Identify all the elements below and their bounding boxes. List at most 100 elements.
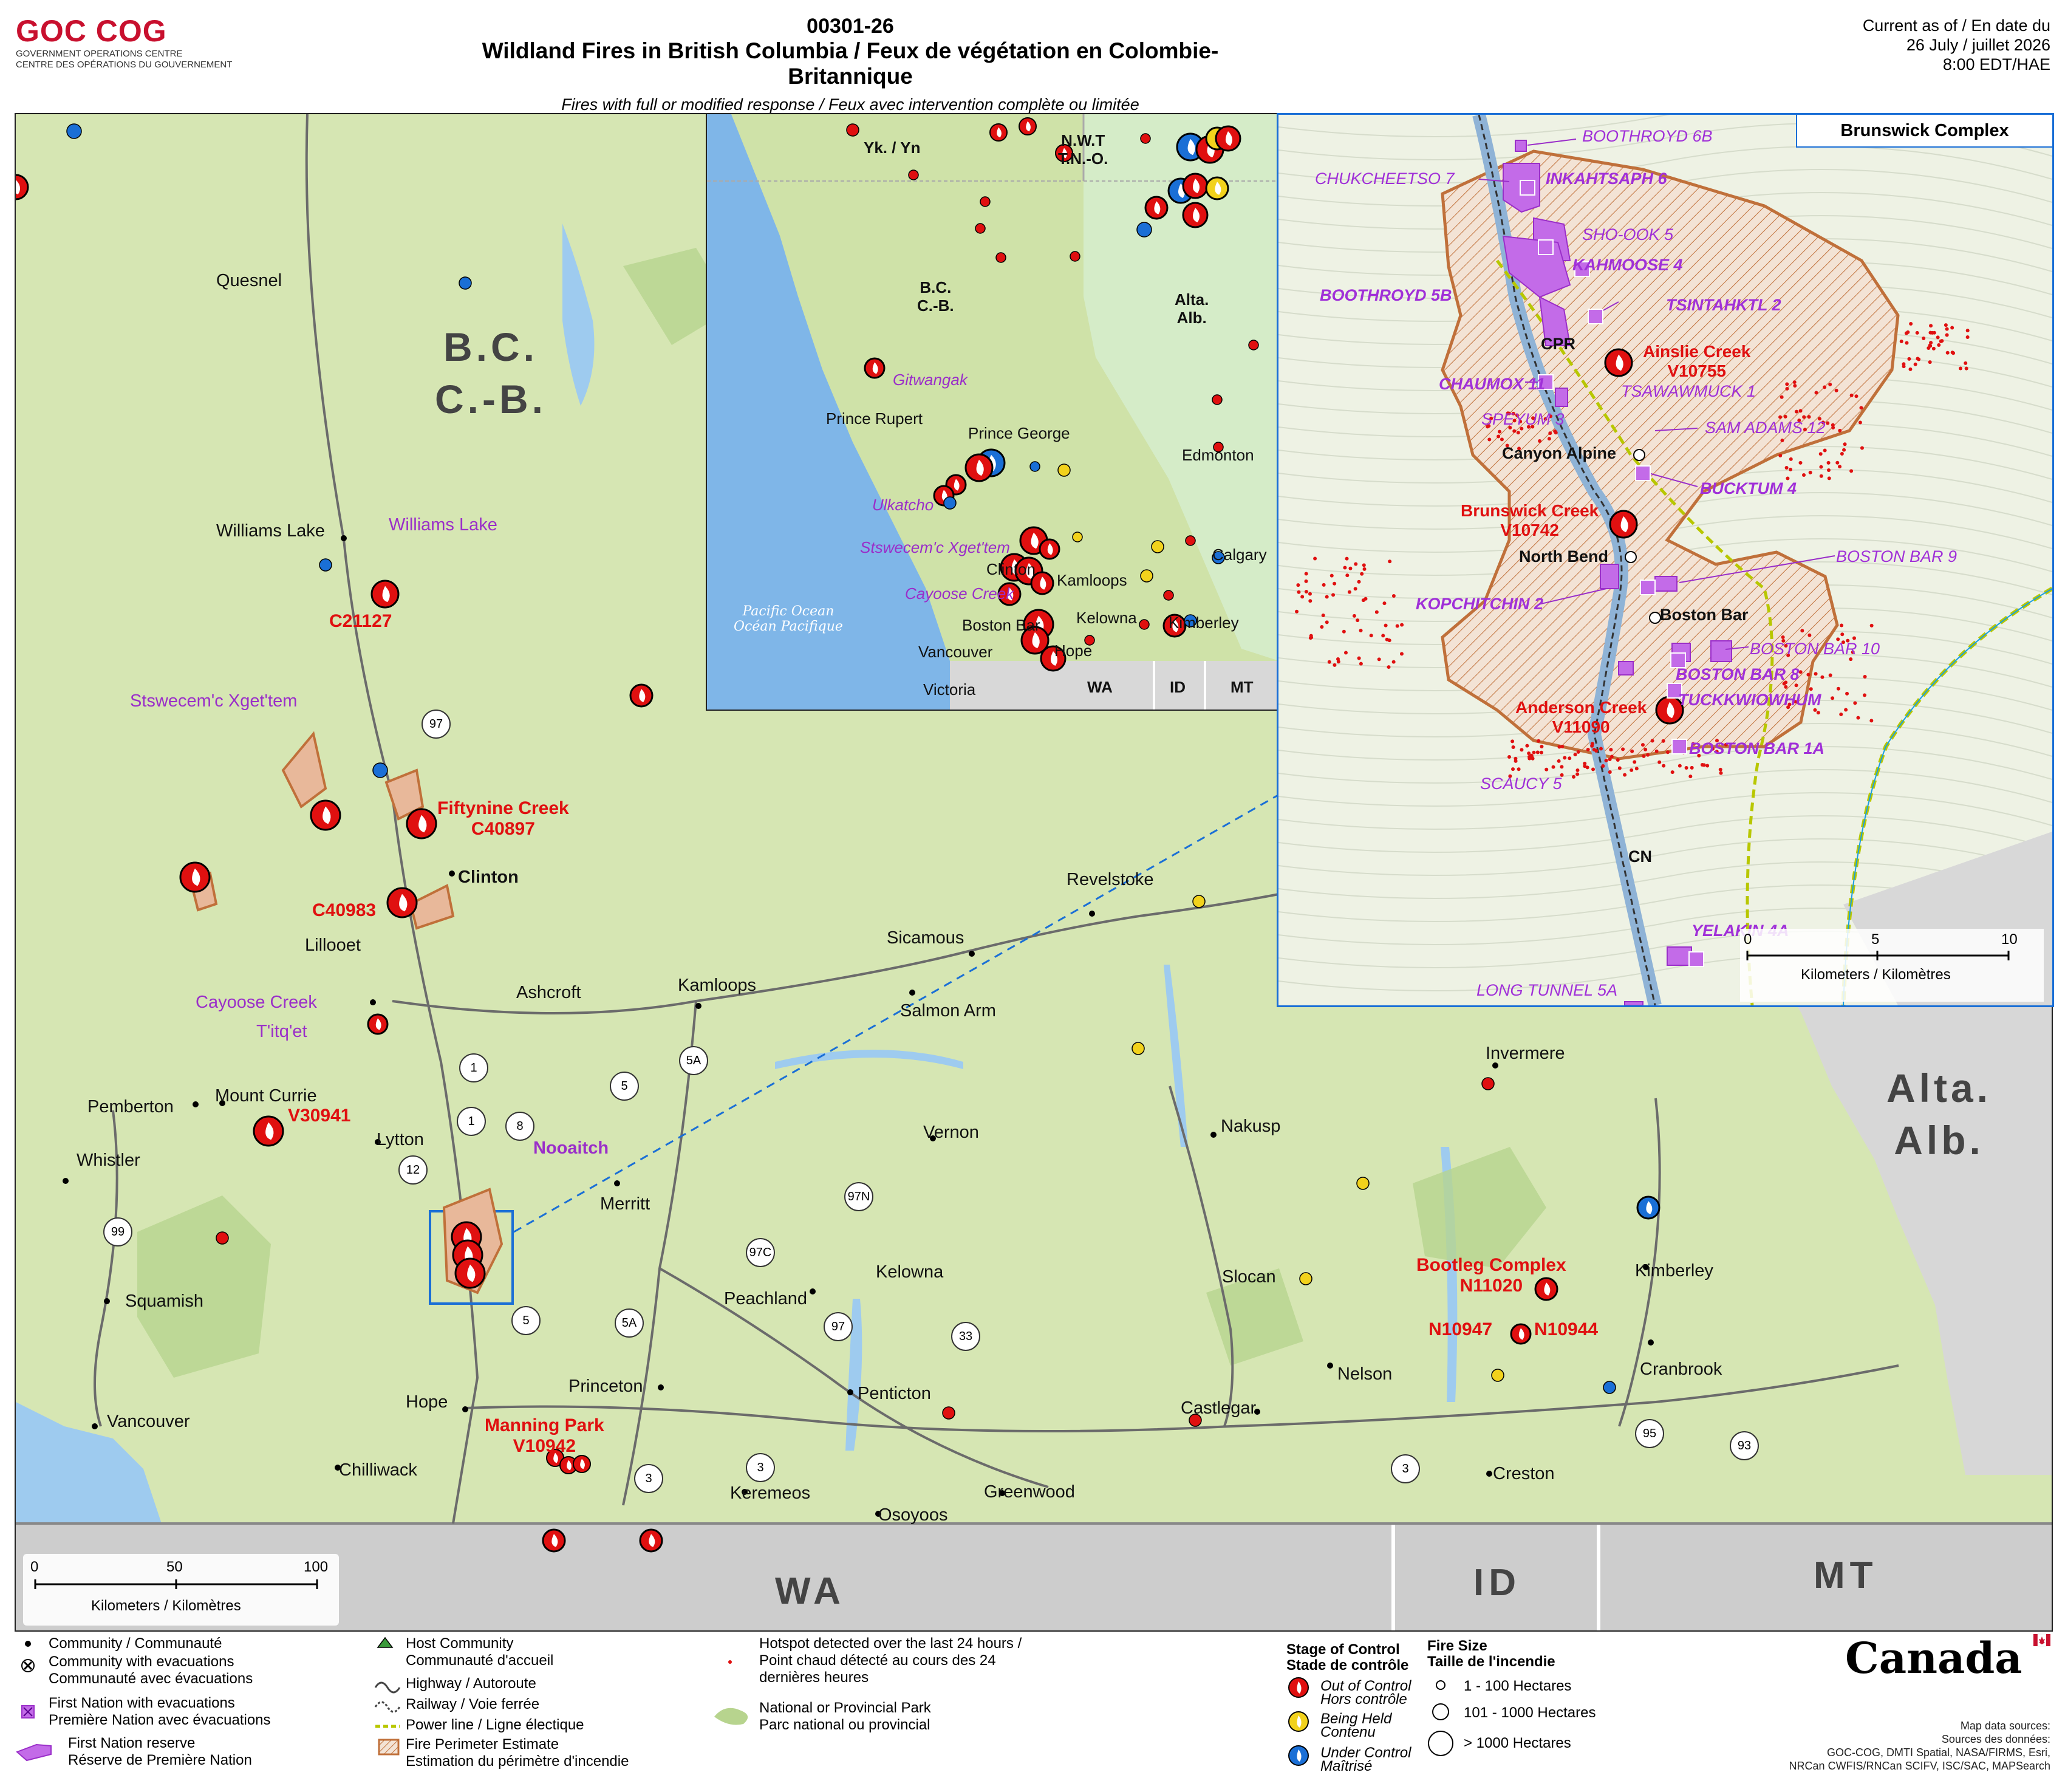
highway-shield-icon: 12 — [398, 1155, 428, 1185]
highway-6 — [1169, 1086, 1234, 1427]
community-dot-icon — [449, 870, 455, 877]
highway-shield-icon: 33 — [951, 1322, 980, 1351]
fire-marker-icon[interactable] — [629, 683, 654, 708]
fire-marker-icon[interactable] — [367, 1013, 389, 1035]
first-nation-evacuation-icon[interactable] — [1640, 580, 1656, 595]
hotspot-dot — [1576, 750, 1580, 754]
community-nelson: Nelson — [1337, 1364, 1393, 1384]
fire-name: Manning Park — [485, 1415, 604, 1435]
fn-stswecemc: Stswecem'c Xget'tem — [860, 538, 1010, 556]
hotspot-dot — [1798, 460, 1803, 465]
reserve-bucktum-4: BUCKTUM 4 — [1700, 479, 1797, 498]
hotspot-dot — [1575, 772, 1580, 776]
state-label-wa: WA — [775, 1570, 845, 1612]
highway-shield-icon: 3 — [634, 1464, 663, 1493]
detail-scale-bar: 0 5 10 Kilometers / Kilomètres — [1740, 929, 2044, 1002]
hotspot-dot — [1792, 380, 1797, 385]
goc-cog-logo: GOC COG GOVERNMENT OPERATIONS CENTRE CEN… — [16, 13, 232, 70]
fire-marker-icon[interactable] — [1215, 125, 1241, 152]
legend-hotspot-3: dernières heures — [759, 1669, 869, 1686]
community-whistler: Whistler — [77, 1151, 140, 1170]
hotspot-dot — [1816, 711, 1820, 715]
hotspot-dot — [1359, 628, 1363, 632]
hotspot-dot — [1333, 581, 1337, 586]
fire-marker-icon[interactable] — [1182, 202, 1209, 228]
legend-host-fr: Communauté d'accueil — [406, 1652, 554, 1669]
fn-cayoose-creek: Cayoose Creek — [905, 584, 1014, 603]
brunswick-detail-inset[interactable]: Brunswick Complex INKAHTSAPH 6 KAHMOOSE … — [1277, 113, 2054, 1007]
fire-marker-icon[interactable] — [864, 357, 886, 379]
first-nation-evacuation-icon[interactable] — [1520, 180, 1535, 196]
fire-marker-icon[interactable] — [310, 799, 341, 831]
hotspot-dot — [1965, 335, 1970, 339]
fire-marker-icon[interactable] — [1205, 176, 1229, 200]
fire-dot-icon — [1481, 1077, 1495, 1090]
hotspot-dot — [1322, 583, 1326, 587]
fire-marker-brunswick-creek-icon[interactable] — [1609, 510, 1638, 539]
hotspot-dot — [1400, 623, 1404, 627]
fire-marker-icon[interactable] — [1144, 196, 1169, 220]
current-as-of-label: Current as of / En date du — [1862, 16, 2050, 35]
fire-marker-ainslie-creek-icon[interactable] — [1604, 348, 1633, 377]
community-evacuation-icon[interactable] — [1633, 449, 1645, 461]
fn-ulkatcho: Ulkatcho — [872, 496, 934, 514]
hotspot-dot — [1387, 665, 1391, 669]
first-nation-evacuation-icon[interactable] — [1635, 465, 1651, 481]
scale-line — [34, 1579, 318, 1589]
community-dot-icon — [810, 1288, 816, 1294]
fire-dot-icon — [66, 123, 82, 139]
fire-id: V10942 — [513, 1436, 576, 1456]
community-dot-icon — [462, 1406, 468, 1412]
hotspot-dot — [1662, 764, 1666, 768]
first-nation-evacuation-icon[interactable] — [1538, 239, 1554, 255]
hotspot-dot — [1906, 330, 1910, 334]
hotspot-dot — [1908, 367, 1913, 371]
fire-marker-icon[interactable] — [989, 123, 1008, 142]
overview-inset-map[interactable]: Yk. / Yn N.W.T T.N.-O. B.C. C.-B. Alta. … — [706, 113, 1280, 711]
fire-marker-icon[interactable] — [1019, 117, 1037, 135]
fire-marker-icon[interactable] — [16, 174, 29, 200]
fire-marker-icon[interactable] — [253, 1115, 284, 1147]
label-calgary: Calgary — [1212, 545, 1267, 564]
fire-marker-icon[interactable] — [179, 861, 211, 893]
first-nation-titqet: T'itq'et — [256, 1022, 307, 1041]
fire-marker-icon[interactable] — [406, 808, 437, 840]
fire-dot-icon — [1136, 222, 1152, 238]
hotspot-dot — [1544, 767, 1549, 771]
hotspot-dot — [1374, 610, 1379, 614]
hotspot-dot — [1356, 618, 1360, 623]
first-nation-evacuation-icon[interactable] — [1671, 739, 1687, 754]
highway-shield-icon: 97C — [746, 1238, 775, 1267]
community-lytton: Lytton — [377, 1130, 424, 1149]
fire-marker-icon[interactable] — [639, 1528, 663, 1553]
hotspot-dot — [1575, 768, 1580, 773]
main-scale-bar: 0 50 100 Kilometers / Kilomètres — [23, 1554, 339, 1626]
hotspot-dot — [1793, 383, 1797, 388]
hotspot-dot — [1826, 421, 1830, 425]
fire-marker-icon[interactable] — [386, 887, 418, 918]
hotspot-dot — [1498, 429, 1502, 434]
usa-area — [950, 661, 1279, 710]
hotspot-dot — [1553, 429, 1557, 433]
fire-marker-icon[interactable] — [1510, 1323, 1532, 1345]
community-evacuation-icon[interactable] — [1625, 551, 1637, 563]
hotspot-dot — [1540, 745, 1544, 749]
fire-marker-icon[interactable] — [542, 1528, 566, 1553]
first-nation-evacuation-icon[interactable] — [1588, 309, 1603, 324]
first-nation-evacuation-icon[interactable] — [1688, 951, 1704, 967]
hotspot-dot — [1583, 764, 1587, 768]
fire-marker-icon[interactable] — [1636, 1195, 1661, 1220]
fire-marker-icon[interactable] — [1039, 538, 1060, 560]
hotspot-dot — [1650, 739, 1654, 743]
fire-marker-icon[interactable] — [573, 1455, 591, 1473]
fire-marker-icon[interactable] — [964, 453, 994, 482]
hotspot-dot — [1359, 662, 1363, 666]
hotspot-dot — [1840, 632, 1845, 637]
fire-label-bootleg-complex: Bootleg Complex N11020 — [1416, 1255, 1566, 1296]
fire-marker-icon[interactable] — [454, 1257, 486, 1289]
community-evacuation-icon[interactable] — [1649, 612, 1661, 624]
hotspot-dot — [1964, 366, 1968, 371]
overview-bc-label: B.C. C.-B. — [917, 278, 954, 315]
fire-marker-icon[interactable] — [1182, 173, 1209, 199]
fire-marker-icon[interactable] — [370, 580, 400, 609]
